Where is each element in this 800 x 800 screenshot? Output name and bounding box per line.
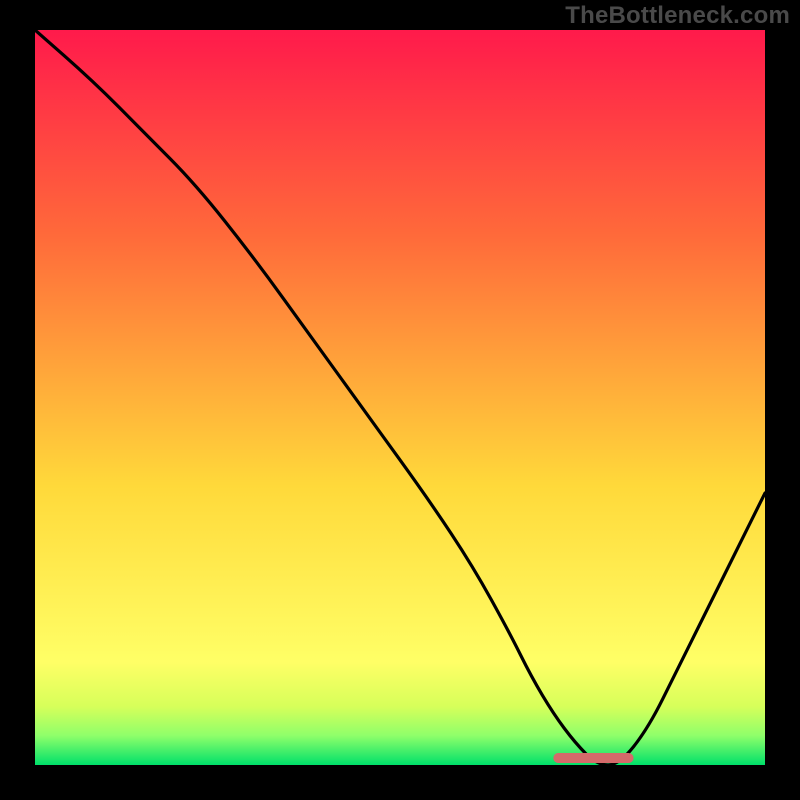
- chart-stage: TheBottleneck.com: [0, 0, 800, 800]
- watermark-text: TheBottleneck.com: [565, 2, 790, 30]
- plot-svg: [35, 30, 765, 765]
- gradient-background: [35, 30, 765, 765]
- minimum-marker: [553, 753, 633, 763]
- plot-area: [35, 30, 765, 765]
